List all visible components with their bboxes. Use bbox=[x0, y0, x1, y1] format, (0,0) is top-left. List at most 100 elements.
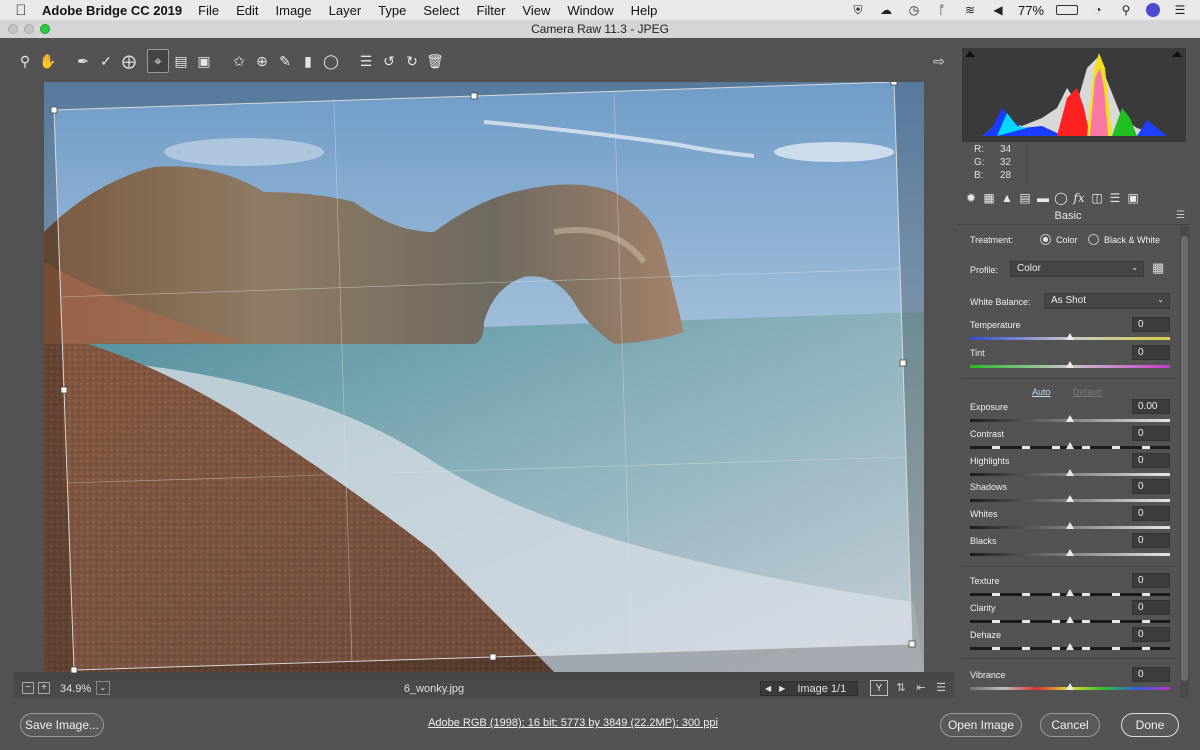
menu-select[interactable]: Select bbox=[423, 3, 459, 18]
grid-icon[interactable]: ▦ bbox=[980, 189, 998, 207]
auto-link[interactable]: Auto bbox=[1032, 387, 1051, 397]
before-after-icon[interactable]: Y bbox=[870, 680, 888, 696]
preferences-tool-icon[interactable]: ☰ bbox=[355, 49, 377, 73]
toggle-fullscreen-icon[interactable]: ⇨ bbox=[928, 50, 950, 72]
shadows-slider-thumb[interactable] bbox=[1066, 495, 1074, 502]
clarity-slider-thumb[interactable] bbox=[1066, 616, 1074, 623]
fx-icon[interactable]: fx bbox=[1070, 189, 1088, 207]
profile-dropdown[interactable]: Color ⌄ bbox=[1010, 261, 1144, 277]
shield-icon[interactable]: ⛨ bbox=[850, 3, 866, 17]
tint-value[interactable]: 0 bbox=[1132, 345, 1170, 360]
apple-icon[interactable]:  bbox=[0, 2, 42, 19]
menu-window[interactable]: Window bbox=[567, 3, 613, 18]
white-balance-tool-icon[interactable]: ✒ bbox=[72, 49, 94, 73]
workflow-options-link[interactable]: Adobe RGB (1998); 16 bit; 5773 by 3849 (… bbox=[380, 717, 766, 729]
clarity-value[interactable]: 0 bbox=[1132, 600, 1170, 615]
menu-filter[interactable]: Filter bbox=[477, 3, 506, 18]
profile-browser-icon[interactable]: ▦ bbox=[1152, 260, 1164, 276]
search-icon[interactable]: ⚲ bbox=[1118, 3, 1134, 17]
zoom-out-button[interactable]: − bbox=[22, 682, 34, 694]
split-toning-icon[interactable]: ▤ bbox=[1016, 189, 1034, 207]
panel-menu-icon[interactable]: ☰ bbox=[1176, 210, 1185, 221]
save-image-button[interactable]: Save Image... bbox=[20, 713, 104, 737]
battery-percent[interactable]: 77% bbox=[1018, 3, 1044, 18]
swap-settings-icon[interactable]: ⇅ bbox=[892, 680, 910, 696]
whites-value[interactable]: 0 bbox=[1132, 506, 1170, 521]
texture-value[interactable]: 0 bbox=[1132, 573, 1170, 588]
graduated-filter-tool-icon[interactable]: ▮ bbox=[297, 49, 319, 73]
vibrance-value[interactable]: 0 bbox=[1132, 667, 1170, 682]
done-button[interactable]: Done bbox=[1121, 713, 1179, 737]
adjustment-brush-tool-icon[interactable]: ✎ bbox=[274, 49, 296, 73]
menu-image[interactable]: Image bbox=[276, 3, 312, 18]
panel-scrollbar[interactable] bbox=[1180, 226, 1189, 698]
treatment-color-radio[interactable] bbox=[1040, 234, 1051, 245]
transform-tool-icon[interactable]: ▣ bbox=[193, 49, 215, 73]
cancel-button[interactable]: Cancel bbox=[1040, 713, 1100, 737]
siri-icon[interactable] bbox=[1146, 3, 1160, 17]
clock-icon[interactable]: ◔ bbox=[1090, 3, 1106, 17]
zoom-tool-icon[interactable]: ⚲ bbox=[14, 49, 36, 73]
menu-file[interactable]: File bbox=[198, 3, 219, 18]
rotate-ccw-tool-icon[interactable]: ↺ bbox=[378, 49, 400, 73]
battery-icon[interactable] bbox=[1056, 5, 1078, 15]
texture-slider-thumb[interactable] bbox=[1066, 589, 1074, 596]
menu-layer[interactable]: Layer bbox=[329, 3, 362, 18]
wifi-icon[interactable]: ≋ bbox=[962, 3, 978, 17]
mountains-icon[interactable]: ▲ bbox=[998, 189, 1016, 207]
menu-type[interactable]: Type bbox=[378, 3, 406, 18]
copy-settings-icon[interactable]: ⇤ bbox=[912, 680, 930, 696]
treatment-color-label[interactable]: Color bbox=[1056, 235, 1078, 245]
hand-tool-icon[interactable]: ✋ bbox=[37, 49, 59, 73]
rotate-cw-tool-icon[interactable]: ↻ bbox=[401, 49, 423, 73]
shadows-value[interactable]: 0 bbox=[1132, 479, 1170, 494]
open-image-button[interactable]: Open Image bbox=[940, 713, 1022, 737]
next-image-icon[interactable]: ▶ bbox=[775, 684, 789, 693]
blacks-value[interactable]: 0 bbox=[1132, 533, 1170, 548]
red-eye-removal-tool-icon[interactable]: ⊕ bbox=[251, 49, 273, 73]
contrast-slider-thumb[interactable] bbox=[1066, 442, 1074, 449]
dehaze-slider-thumb[interactable] bbox=[1066, 643, 1074, 650]
menu-icon[interactable]: ☰ bbox=[1172, 3, 1188, 17]
minimize-button[interactable] bbox=[24, 24, 34, 34]
zoom-level[interactable]: 34.9% bbox=[60, 683, 91, 695]
menu-view[interactable]: View bbox=[522, 3, 550, 18]
contrast-value[interactable]: 0 bbox=[1132, 426, 1170, 441]
spot-removal-tool-icon[interactable]: ✩ bbox=[228, 49, 250, 73]
tint-slider-thumb[interactable] bbox=[1066, 361, 1074, 368]
exposure-value[interactable]: 0.00 bbox=[1132, 399, 1170, 414]
aperture-icon[interactable]: ✹ bbox=[962, 189, 980, 207]
temperature-slider-thumb[interactable] bbox=[1066, 333, 1074, 340]
camera-calibration-icon[interactable]: ◫ bbox=[1088, 189, 1106, 207]
blacks-slider-thumb[interactable] bbox=[1066, 549, 1074, 556]
treatment-bw-radio[interactable] bbox=[1088, 234, 1099, 245]
shadow-clipping-icon[interactable] bbox=[965, 51, 975, 57]
vibrance-slider-thumb[interactable] bbox=[1066, 683, 1074, 690]
toggle-settings-icon[interactable]: ☰ bbox=[932, 680, 950, 696]
dehaze-value[interactable]: 0 bbox=[1132, 627, 1170, 642]
zoom-button[interactable] bbox=[40, 24, 50, 34]
lens-icon[interactable]: ◯ bbox=[1052, 189, 1070, 207]
scroll-thumb[interactable] bbox=[1181, 236, 1188, 681]
highlights-value[interactable]: 0 bbox=[1132, 453, 1170, 468]
highlights-slider-thumb[interactable] bbox=[1066, 469, 1074, 476]
hsl-icon[interactable]: ▬ bbox=[1034, 189, 1052, 207]
close-button[interactable] bbox=[8, 24, 18, 34]
whites-slider-thumb[interactable] bbox=[1066, 522, 1074, 529]
snapshots-icon[interactable]: ▣ bbox=[1124, 189, 1142, 207]
exposure-slider-thumb[interactable] bbox=[1066, 415, 1074, 422]
app-menu[interactable]: Adobe Bridge CC 2019 bbox=[42, 3, 182, 18]
trash-tool-icon[interactable]: 🗑 bbox=[424, 49, 446, 73]
presets-icon[interactable]: ☰ bbox=[1106, 189, 1124, 207]
crop-tool-icon[interactable]: ⌖ bbox=[147, 49, 169, 73]
prev-image-icon[interactable]: ◀ bbox=[761, 684, 775, 693]
cloud-icon[interactable]: ☁ bbox=[878, 3, 894, 17]
temperature-value[interactable]: 0 bbox=[1132, 317, 1170, 332]
color-sampler-tool-icon[interactable]: ✓ bbox=[95, 49, 117, 73]
volume-icon[interactable]: ◀ bbox=[990, 3, 1006, 17]
time-machine-icon[interactable]: ◷ bbox=[906, 3, 922, 17]
menu-edit[interactable]: Edit bbox=[236, 3, 258, 18]
white-balance-dropdown[interactable]: As Shot ⌄ bbox=[1044, 293, 1170, 309]
treatment-bw-label[interactable]: Black & White bbox=[1104, 235, 1160, 245]
menu-help[interactable]: Help bbox=[631, 3, 658, 18]
